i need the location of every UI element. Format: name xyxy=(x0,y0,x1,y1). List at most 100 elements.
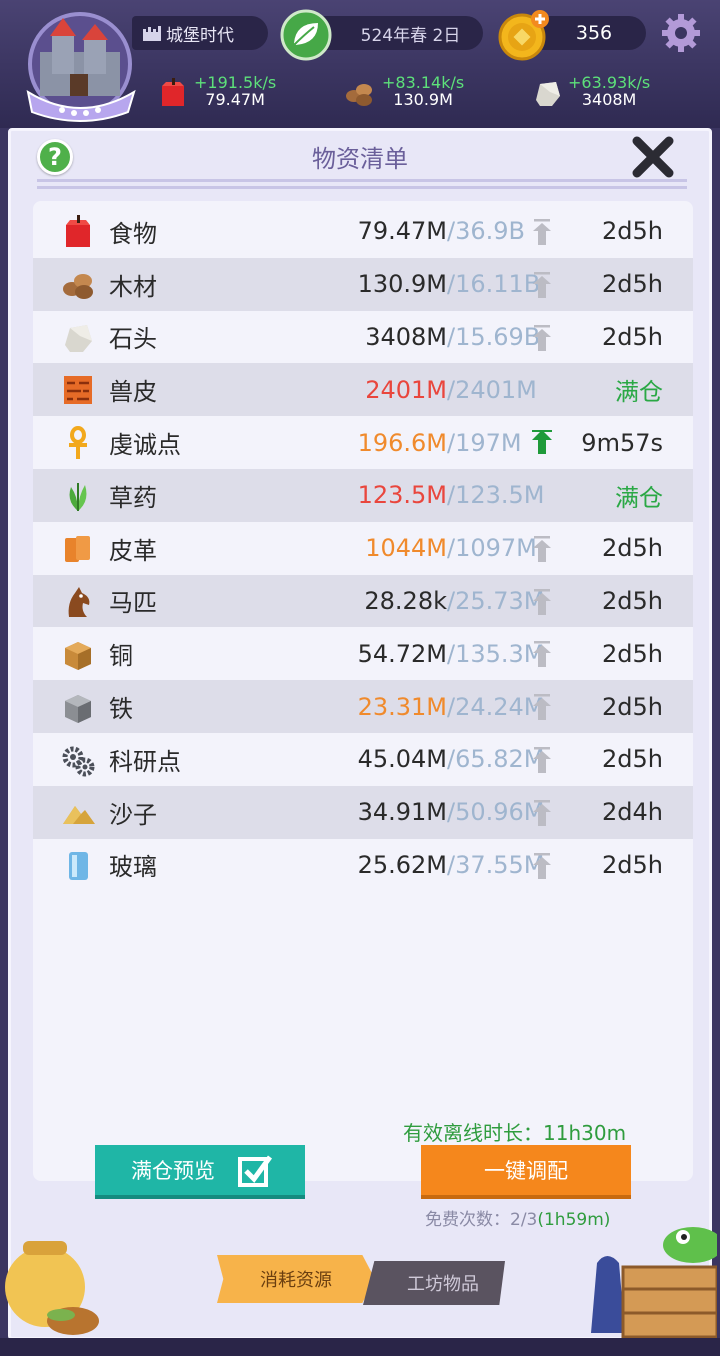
resource-list-panel: ? 物资清单 食物 79.47M/36.9B 2d5h 木材 130.9M/16.11B… xyxy=(5,128,717,1340)
resource-capacity: /50.96M xyxy=(447,798,545,827)
leather-icon xyxy=(65,535,90,562)
resource-name: 食物 xyxy=(109,219,157,248)
resource-amount: 45.04M xyxy=(357,745,447,774)
food-amount-value: 79.47M xyxy=(205,90,265,109)
resource-row[interactable]: 科研点 45.04M/65.82M 2d5h xyxy=(33,733,693,786)
resource-name: 科研点 xyxy=(109,747,181,776)
era-indicator[interactable]: 城堡时代 xyxy=(132,16,268,50)
time-to-full: 2d5h xyxy=(602,270,663,299)
resource-amount: 3408M xyxy=(365,322,447,351)
full-storage-preview-button[interactable]: 满仓预览 xyxy=(95,1145,305,1199)
resource-capacity: /24.24M xyxy=(447,692,545,721)
stone-rate: +63.93k/s 3408M xyxy=(568,74,650,108)
upgrade-arrow-icon[interactable] xyxy=(531,535,553,562)
wood-icon xyxy=(346,84,372,106)
resource-row[interactable]: 草药 123.5M/123.5M 满仓 xyxy=(33,468,693,522)
offline-duration-label: 有效离线时长：11h30m xyxy=(403,1121,627,1145)
wood-icon xyxy=(63,273,93,299)
upgrade-arrow-icon[interactable] xyxy=(531,852,553,879)
ankh-icon xyxy=(69,426,87,460)
upgrade-arrow-active-icon[interactable] xyxy=(531,430,553,456)
resource-capacity: /25.73M xyxy=(447,586,545,615)
upgrade-arrow-icon[interactable] xyxy=(531,641,553,668)
resource-capacity: /1097M xyxy=(447,534,537,563)
upgrade-arrow-icon[interactable] xyxy=(531,588,553,615)
time-to-full: 2d4h xyxy=(602,798,663,827)
resource-capacity: /2401M xyxy=(447,375,537,404)
resource-name: 虔诚点 xyxy=(109,431,181,460)
apple-icon xyxy=(162,78,184,106)
resource-row[interactable]: 马匹 28.28k/25.73M 2d5h xyxy=(33,574,693,628)
copper-icon xyxy=(65,642,91,671)
stone-icon xyxy=(536,82,560,106)
time-to-full: 2d5h xyxy=(602,639,663,668)
time-to-full: 2d5h xyxy=(602,850,663,879)
wood-rate-value: +83.14k/s xyxy=(382,73,465,92)
resource-list[interactable]: 食物 79.47M/36.9B 2d5h 木材 130.9M/16.11B 2d5h 石头 3… xyxy=(33,201,693,1181)
upgrade-arrow-icon[interactable] xyxy=(531,746,553,773)
chameleon-crate-icon xyxy=(591,1227,717,1339)
resource-capacity: /15.69B xyxy=(447,322,541,351)
resource-name: 铜 xyxy=(109,642,133,671)
resource-amount: 54.72M xyxy=(357,639,447,668)
checkbox-checked-icon[interactable] xyxy=(237,1153,273,1189)
upgrade-arrow-icon[interactable] xyxy=(531,219,553,245)
leaf-season-icon[interactable] xyxy=(280,9,332,61)
resource-capacity: /36.9B xyxy=(447,217,525,246)
resource-amount: 34.91M xyxy=(357,798,447,827)
treasure-sack-icon xyxy=(5,1241,99,1335)
era-label: 城堡时代 xyxy=(166,25,234,46)
close-icon[interactable] xyxy=(631,135,675,179)
upgrade-arrow-icon[interactable] xyxy=(531,799,553,826)
resource-capacity: /123.5M xyxy=(447,481,545,510)
resource-row[interactable]: 铜 54.72M/135.3M 2d5h xyxy=(33,627,693,680)
resource-amount: 196.6M xyxy=(357,428,447,457)
resource-amount: 130.9M xyxy=(357,270,447,299)
resource-amount: 2401M xyxy=(365,375,447,404)
resource-name: 皮革 xyxy=(109,536,157,565)
preview-button-label: 满仓预览 xyxy=(131,1159,215,1183)
resource-name: 铁 xyxy=(109,695,133,724)
resource-name: 木材 xyxy=(109,272,157,301)
resource-name: 草药 xyxy=(109,483,157,512)
upgrade-arrow-icon[interactable] xyxy=(531,324,553,351)
iron-icon xyxy=(65,695,91,724)
wood-amount-value: 130.9M xyxy=(393,90,453,109)
wood-rate: +83.14k/s 130.9M xyxy=(382,74,464,108)
resource-row[interactable]: 玻璃 25.62M/37.55M 2d5h xyxy=(33,839,693,892)
time-to-full: 2d5h xyxy=(602,745,663,774)
resource-row[interactable]: 石头 3408M/15.69B 2d5h xyxy=(33,311,693,364)
stone-amount-value: 3408M xyxy=(581,90,637,109)
castle-avatar-icon[interactable] xyxy=(22,12,142,127)
panel-title: 物资清单 xyxy=(312,145,408,173)
storage-full-label: 满仓 xyxy=(615,483,663,512)
resource-row[interactable]: 食物 79.47M/36.9B 2d5h xyxy=(33,205,693,258)
glass-icon xyxy=(69,851,88,880)
time-to-full: 9m57s xyxy=(581,428,663,457)
tab-workshop-items[interactable]: 工坊物品 xyxy=(363,1261,505,1305)
time-to-full: 2d5h xyxy=(602,692,663,721)
castle-small-icon xyxy=(143,26,161,41)
herb-icon xyxy=(69,482,87,511)
gold-coin-icon[interactable] xyxy=(496,7,552,63)
resource-amount: 25.62M xyxy=(357,850,447,879)
resource-row[interactable]: 兽皮 2401M/2401M 满仓 xyxy=(33,363,693,417)
top-bar: 城堡时代 524年春 2日 356 +191.5k/s 79.47M +83.1… xyxy=(0,0,720,128)
settings-gear-icon[interactable] xyxy=(660,12,702,54)
resource-row[interactable]: 皮革 1044M/1097M 2d5h xyxy=(33,522,693,575)
resource-row[interactable]: 虔诚点 196.6M/197M 9m57s xyxy=(33,416,693,469)
resource-amount: 23.31M xyxy=(357,692,447,721)
one-click-allocate-button[interactable]: 一键调配 xyxy=(421,1145,631,1199)
time-to-full: 2d5h xyxy=(602,534,663,563)
tab-consumable-resources[interactable]: 消耗资源 xyxy=(217,1255,375,1303)
resource-capacity: /65.82M xyxy=(447,745,545,774)
resource-row[interactable]: 木材 130.9M/16.11B 2d5h xyxy=(33,257,693,311)
food-rate-value: +191.5k/s xyxy=(194,73,277,92)
resource-row[interactable]: 沙子 34.91M/50.96M 2d4h xyxy=(33,785,693,839)
resource-capacity: /135.3M xyxy=(447,639,545,668)
upgrade-arrow-icon[interactable] xyxy=(531,271,553,298)
resource-row[interactable]: 铁 23.31M/24.24M 2d5h xyxy=(33,680,693,733)
horse-icon xyxy=(68,586,90,617)
resource-name: 兽皮 xyxy=(109,378,157,407)
upgrade-arrow-icon[interactable] xyxy=(531,694,553,721)
